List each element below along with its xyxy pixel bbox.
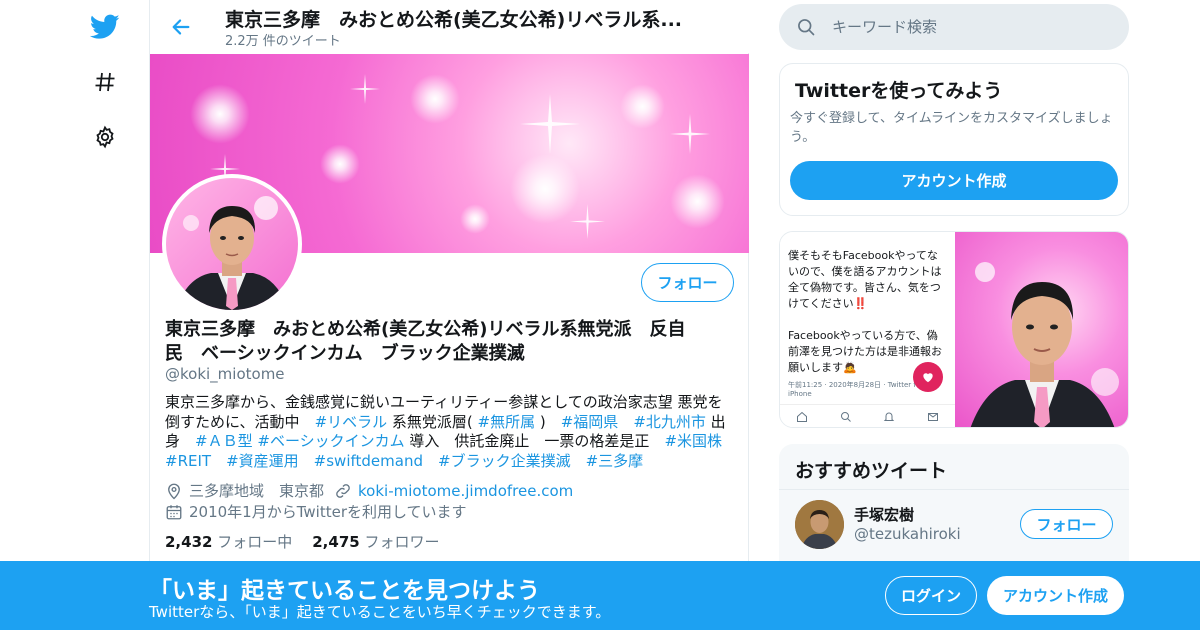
hashtag-link[interactable]: #ＡＢ型 xyxy=(195,432,253,450)
profile-meta-location-website: 三多摩地域 東京都 koki-miotome.jimdofree.com xyxy=(165,480,573,501)
heart-icon xyxy=(913,362,943,392)
search-icon xyxy=(840,412,851,422)
calendar-icon xyxy=(166,504,182,519)
bio-text: 導入 供託金廃止 一票の格差是正 xyxy=(404,432,665,450)
profile-name: 東京三多摩 みおとめ公希(美乙女公希)リベラル系無党派 反自 民 ベーシックイン… xyxy=(165,318,725,366)
bio-text xyxy=(722,432,737,450)
hashtag-link[interactable]: #ベーシックインカム xyxy=(257,432,404,450)
header-title: 東京三多摩 みおとめ公希(美乙女公希)リベラル系... xyxy=(225,9,683,31)
hashtag-link[interactable]: #無所属 xyxy=(478,413,536,431)
hashtag-link[interactable]: #北九州市 xyxy=(633,413,706,431)
back-arrow-icon[interactable] xyxy=(166,12,196,42)
login-prompt-bar: 「いま」起きていることを見つけよう Twitterなら、「いま」起きていることを… xyxy=(0,561,1200,630)
hashtag-link[interactable]: #swiftdemand xyxy=(314,452,423,470)
hashtag-link[interactable]: #REIT xyxy=(165,452,211,470)
link-icon xyxy=(336,483,350,498)
media-photo xyxy=(955,232,1128,427)
following-count: 2,432 xyxy=(165,533,213,551)
hashtag-link[interactable]: #福岡県 xyxy=(561,413,619,431)
search-icon xyxy=(798,19,815,36)
location-pin-icon xyxy=(168,483,180,499)
hashtag-link[interactable]: #資産運用 xyxy=(226,452,299,470)
signup-card-description: 今すぐ登録して、タイムラインをカスタマイズしましょう。 xyxy=(790,111,1113,145)
hashtag-link[interactable]: #三多摩 xyxy=(586,452,644,470)
bio-text xyxy=(211,452,226,470)
hashtag-link[interactable]: #ブラック企業撲滅 xyxy=(438,452,571,470)
profile-name-line1: 東京三多摩 みおとめ公希(美乙女公希)リベラル系無党派 反自 xyxy=(165,319,686,340)
left-nav xyxy=(0,0,150,630)
login-prompt-subtitle: Twitterなら、「いま」起きていることをいち早くチェックできます。 xyxy=(149,603,611,621)
bio-text xyxy=(571,452,586,470)
profile-bio: 東京三多摩から、金銭感覚に鋭いユーティリティー参謀としての政治家志望 悪党を倒す… xyxy=(165,393,735,471)
search-input[interactable] xyxy=(832,18,1112,36)
bio-text xyxy=(423,452,438,470)
media-preview-card[interactable]: 僕そもそもFacebookやってないので、僕を語るアカウントは全て偽物です。皆さ… xyxy=(779,231,1129,428)
profile-handle: @koki_miotome xyxy=(165,365,285,383)
followers-stat[interactable]: 2,475 フォロワー xyxy=(312,531,439,552)
recommended-title: おすすめツイート xyxy=(795,460,948,482)
followers-label: フォロワー xyxy=(364,533,440,551)
hashtag-link[interactable]: #リベラル xyxy=(315,413,388,431)
media-tweet-text1: 僕そもそもFacebookやってないので、僕を語るアカウントは全て偽物です。皆さ… xyxy=(788,249,942,310)
profile-name-line2: 民 ベーシックインカム ブラック企業撲滅 xyxy=(165,343,525,364)
recommended-user-handle: @tezukahiroki xyxy=(854,525,961,543)
followers-count: 2,475 xyxy=(312,533,360,551)
recommended-tweets-card: おすすめツイート 手塚宏樹 @tezukahiroki フォロー xyxy=(779,444,1129,564)
recommended-user-name[interactable]: 手塚宏樹 xyxy=(854,504,914,525)
header-tweet-count: 2.2万 件のツイート xyxy=(225,34,341,49)
follow-counts: 2,432 フォロー中 2,475 フォロワー xyxy=(165,531,440,552)
profile-avatar[interactable] xyxy=(162,174,302,314)
hashtag-link[interactable]: #米国株 xyxy=(664,432,722,450)
twitter-bird-icon[interactable] xyxy=(85,7,125,47)
profile-website-link[interactable]: koki-miotome.jimdofree.com xyxy=(358,482,573,500)
profile-column: 東京三多摩 みおとめ公希(美乙女公希)リベラル系... 2.2万 件のツイート xyxy=(149,0,750,630)
following-label: フォロー中 xyxy=(217,533,293,551)
profile-header-bar: 東京三多摩 みおとめ公希(美乙女公希)リベラル系... 2.2万 件のツイート xyxy=(150,0,750,53)
bio-text xyxy=(299,452,314,470)
follow-button[interactable]: フォロー xyxy=(641,263,734,302)
profile-joined: 2010年1月からTwitterを利用しています xyxy=(189,503,467,521)
media-tweet-tabbar xyxy=(780,404,955,427)
hashtag-icon[interactable] xyxy=(85,62,125,102)
recommended-follow-button[interactable]: フォロー xyxy=(1020,509,1113,539)
login-prompt-title: 「いま」起きていることを見つけよう xyxy=(149,578,540,604)
bell-icon xyxy=(884,412,895,421)
profile-meta-joined: 2010年1月からTwitterを利用しています xyxy=(165,501,467,522)
following-stat[interactable]: 2,432 フォロー中 xyxy=(165,531,292,552)
gear-icon[interactable] xyxy=(85,117,125,157)
signup-card-create-account-button[interactable]: アカウント作成 xyxy=(790,161,1118,200)
bio-text: ) xyxy=(535,412,561,431)
signup-card-title: Twitterを使ってみよう xyxy=(795,80,1003,102)
home-icon xyxy=(796,411,807,422)
media-tweet-screenshot: 僕そもそもFacebookやってないので、僕を語るアカウントは全て偽物です。皆さ… xyxy=(780,232,955,427)
create-account-button[interactable]: アカウント作成 xyxy=(987,576,1124,615)
mail-icon xyxy=(928,413,939,421)
bio-text xyxy=(618,413,633,431)
signup-card: Twitterを使ってみよう 今すぐ登録して、タイムラインをカスタマイズしましょ… xyxy=(779,63,1129,216)
divider xyxy=(779,489,1129,490)
search-box[interactable] xyxy=(779,4,1129,50)
bio-text: 系無党派層( xyxy=(387,412,478,431)
login-button[interactable]: ログイン xyxy=(885,576,977,615)
profile-location: 三多摩地域 東京都 xyxy=(189,482,325,500)
recommended-user-avatar[interactable] xyxy=(795,500,844,549)
